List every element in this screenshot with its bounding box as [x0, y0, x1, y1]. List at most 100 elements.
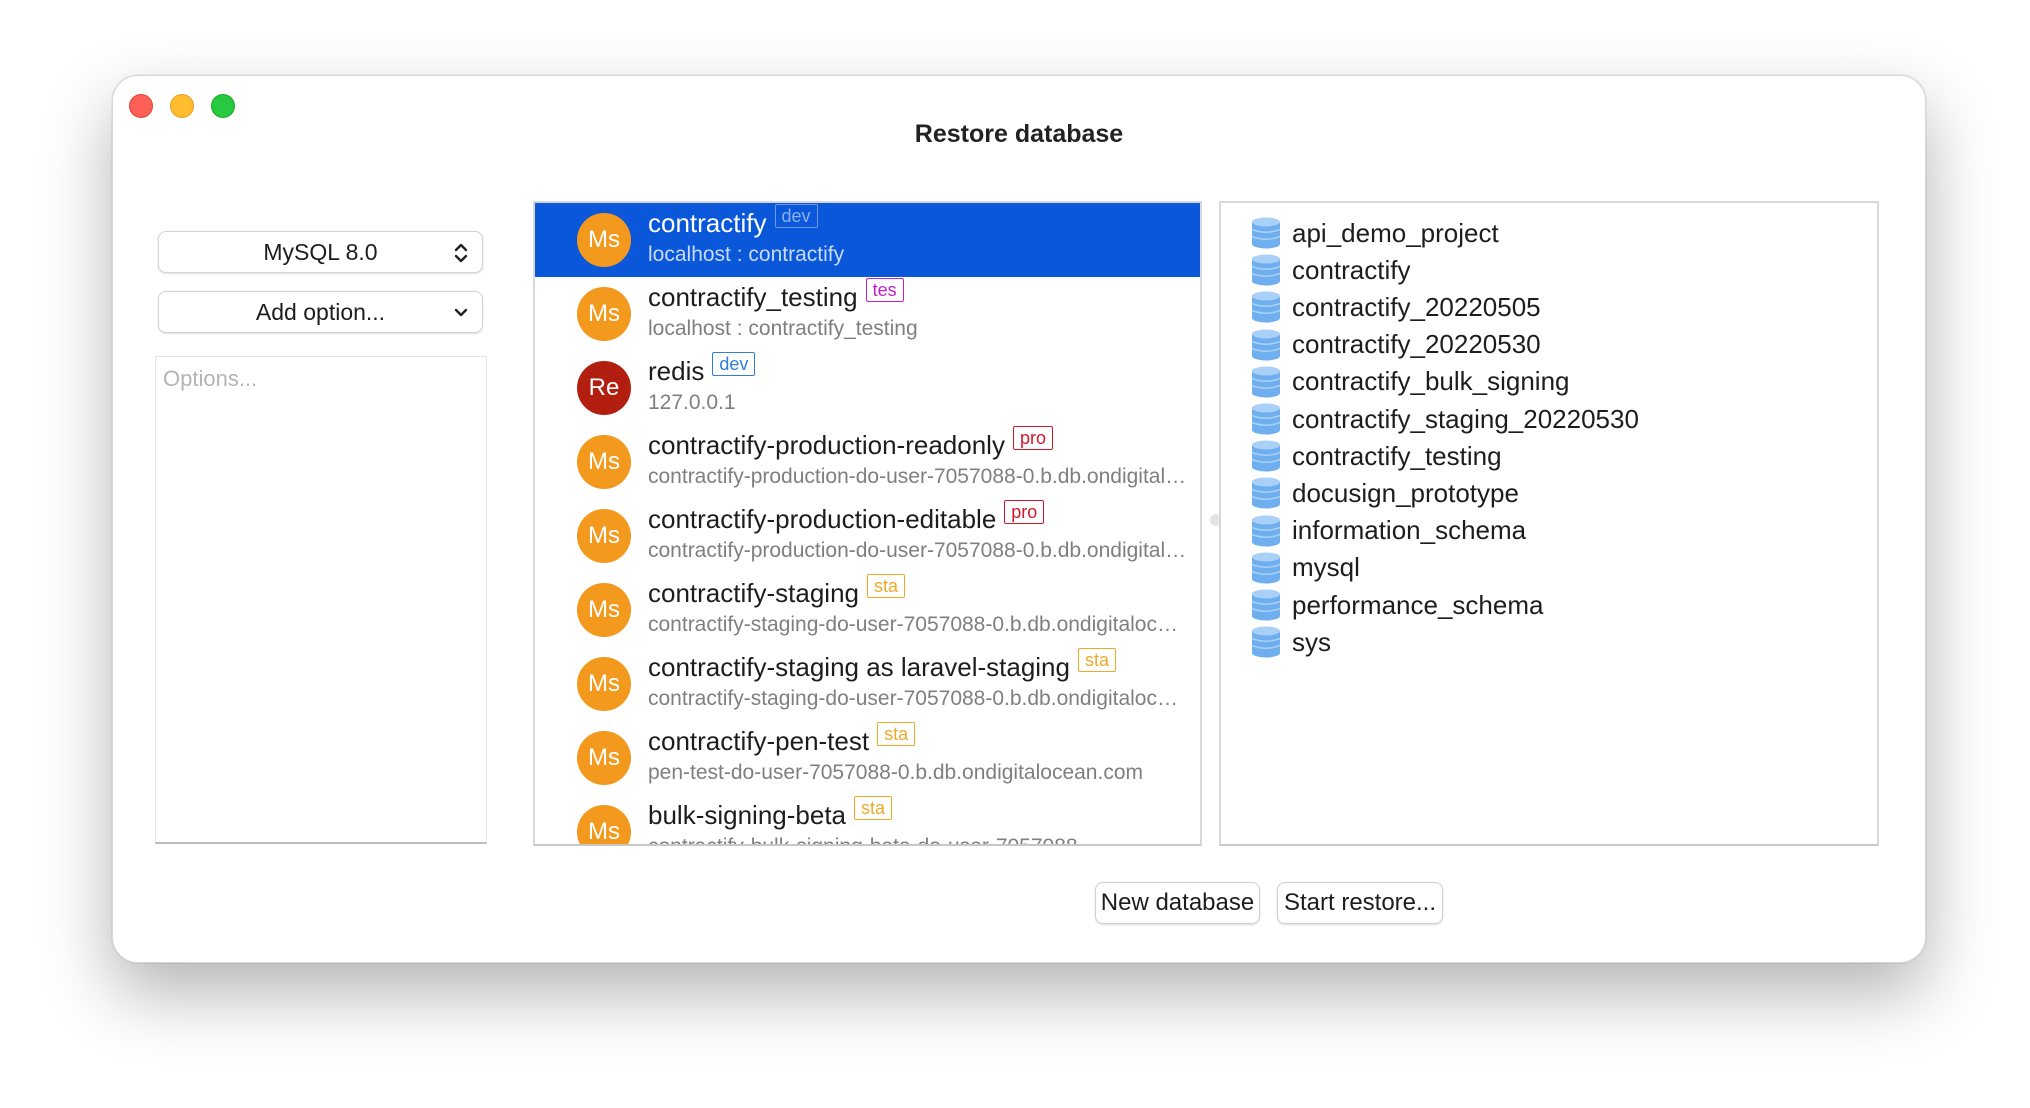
- mysql-avatar: Ms: [577, 805, 631, 844]
- redis-avatar: Re: [577, 361, 631, 415]
- mysql-avatar: Ms: [577, 509, 631, 563]
- connection-name-line: contractify_testing tes: [648, 277, 904, 313]
- window-title: Restore database: [914, 120, 1124, 148]
- new-database-button[interactable]: New database: [1095, 882, 1260, 924]
- database-icon: [1251, 626, 1281, 658]
- mysql-avatar: Ms: [577, 731, 631, 785]
- connection-host: localhost : contractify: [648, 243, 845, 266]
- database-icon: [1251, 329, 1281, 361]
- database-icon: [1251, 403, 1281, 435]
- connection-name: contractify-staging as laravel-staging: [648, 652, 1070, 682]
- environment-tag: sta: [1077, 647, 1116, 672]
- mysql-avatar: Ms: [577, 657, 631, 711]
- connection-name: contractify-pen-test: [648, 726, 870, 756]
- database-item[interactable]: mysql: [1249, 548, 1360, 588]
- database-icon: [1251, 217, 1281, 249]
- database-item[interactable]: contractify: [1249, 250, 1411, 290]
- connection-item[interactable]: Ms contractify-production-editable pro cont…: [535, 499, 1200, 573]
- database-item[interactable]: contractify_20220530: [1249, 325, 1541, 365]
- start-restore-button[interactable]: Start restore...: [1277, 882, 1443, 924]
- database-item[interactable]: performance_schema: [1249, 585, 1543, 625]
- driver-select-value: MySQL 8.0: [263, 238, 378, 265]
- options-placeholder: Options...: [163, 366, 258, 391]
- connection-item[interactable]: Ms contractify-staging as laravel-staging…: [535, 647, 1200, 721]
- chevron-down-icon: [454, 308, 468, 317]
- database-item[interactable]: contractify_testing: [1249, 436, 1502, 476]
- connection-host: contractify-production-do-user-7057088-0…: [648, 539, 1188, 562]
- connection-name: contractify_testing: [648, 282, 858, 312]
- connection-name: bulk-signing-beta: [648, 800, 847, 830]
- connection-name: contractify: [648, 208, 767, 238]
- environment-tag: dev: [774, 203, 818, 228]
- options-textarea[interactable]: Options...: [155, 356, 487, 844]
- connection-host: 127.0.0.1: [648, 391, 736, 414]
- environment-tag: tes: [865, 277, 904, 302]
- environment-tag: sta: [877, 721, 916, 746]
- connection-name-line: bulk-signing-beta sta: [648, 795, 893, 831]
- database-icon: [1251, 515, 1281, 547]
- connection-name: redis: [648, 356, 705, 386]
- up-down-chevron-icon: [454, 243, 468, 263]
- database-item[interactable]: contractify_20220505: [1249, 287, 1541, 327]
- database-name: contractify_bulk_signing: [1292, 366, 1570, 397]
- minimize-window-button[interactable]: [170, 94, 194, 118]
- add-option-select[interactable]: Add option...: [158, 291, 483, 333]
- connection-name: contractify-production-editable: [648, 504, 997, 534]
- connection-name-line: contractify-production-editable pro: [648, 499, 1045, 535]
- database-name: mysql: [1292, 552, 1360, 583]
- connection-item[interactable]: Ms bulk-signing-beta sta contractify-bulk-s…: [535, 795, 1200, 844]
- connection-item[interactable]: Ms contractify dev localhost : contractify: [535, 203, 1200, 277]
- connection-name-line: redis dev: [648, 351, 756, 387]
- connection-name-line: contractify-staging as laravel-staging st…: [648, 647, 1116, 683]
- mysql-avatar: Ms: [577, 435, 631, 489]
- connection-host: pen-test-do-user-7057088-0.b.db.ondigita…: [648, 761, 1143, 784]
- environment-tag: pro: [1012, 425, 1053, 450]
- close-window-button[interactable]: [129, 94, 153, 118]
- database-name: api_demo_project: [1292, 217, 1499, 248]
- database-name: information_schema: [1292, 515, 1527, 546]
- database-name: sys: [1292, 626, 1331, 657]
- mysql-avatar: Ms: [577, 287, 631, 341]
- database-item[interactable]: docusign_prototype: [1249, 473, 1519, 513]
- database-list[interactable]: api_demo_project contractify contractify_2…: [1219, 201, 1879, 846]
- database-item[interactable]: sys: [1249, 622, 1331, 662]
- driver-select[interactable]: MySQL 8.0: [158, 231, 483, 273]
- connection-name: contractify-production-readonly: [648, 430, 1005, 460]
- connection-host: contractify-staging-do-user-7057088-0.b.…: [648, 613, 1188, 636]
- connection-item[interactable]: Re redis dev 127.0.0.1: [535, 351, 1200, 425]
- connection-name-line: contractify dev: [648, 203, 818, 239]
- connection-name-line: contractify-staging sta: [648, 573, 905, 609]
- environment-tag: sta: [866, 573, 905, 598]
- connection-host: contractify-staging-do-user-7057088-0.b.…: [648, 687, 1188, 710]
- connection-item[interactable]: Ms contractify_testing tes localhost : cont…: [535, 277, 1200, 351]
- database-name: performance_schema: [1292, 589, 1544, 620]
- restore-database-window: Restore database MySQL 8.0 Add option...…: [112, 75, 1926, 963]
- database-item[interactable]: contractify_bulk_signing: [1249, 362, 1570, 402]
- environment-tag: pro: [1004, 499, 1045, 524]
- connection-name-line: contractify-pen-test sta: [648, 721, 916, 757]
- mysql-avatar: Ms: [577, 583, 631, 637]
- mysql-avatar: Ms: [577, 213, 631, 267]
- database-name: docusign_prototype: [1292, 477, 1519, 508]
- database-item[interactable]: contractify_staging_20220530: [1249, 399, 1639, 439]
- connection-item[interactable]: Ms contractify-production-readonly pro cont…: [535, 425, 1200, 499]
- connection-host: contractify-production-do-user-7057088-0…: [648, 465, 1188, 488]
- zoom-window-button[interactable]: [211, 94, 235, 118]
- database-name: contractify_testing: [1292, 440, 1502, 471]
- database-icon: [1251, 440, 1281, 472]
- database-icon: [1251, 366, 1281, 398]
- database-icon: [1251, 291, 1281, 323]
- database-icon: [1251, 552, 1281, 584]
- connection-item[interactable]: Ms contractify-pen-test sta pen-test-do-use…: [535, 721, 1200, 795]
- connection-item[interactable]: Ms contractify-staging sta contractify-stag…: [535, 573, 1200, 647]
- connection-name: contractify-staging: [648, 578, 859, 608]
- database-name: contractify: [1292, 254, 1411, 285]
- database-icon: [1251, 254, 1281, 286]
- window-controls: [129, 94, 235, 118]
- database-name: contractify_staging_20220530: [1292, 403, 1639, 434]
- database-icon: [1251, 589, 1281, 621]
- database-item[interactable]: api_demo_project: [1249, 213, 1499, 253]
- connection-list[interactable]: Ms contractify dev localhost : contractify M…: [533, 201, 1202, 846]
- database-item[interactable]: information_schema: [1249, 511, 1526, 551]
- connection-host: localhost : contractify_testing: [648, 317, 918, 340]
